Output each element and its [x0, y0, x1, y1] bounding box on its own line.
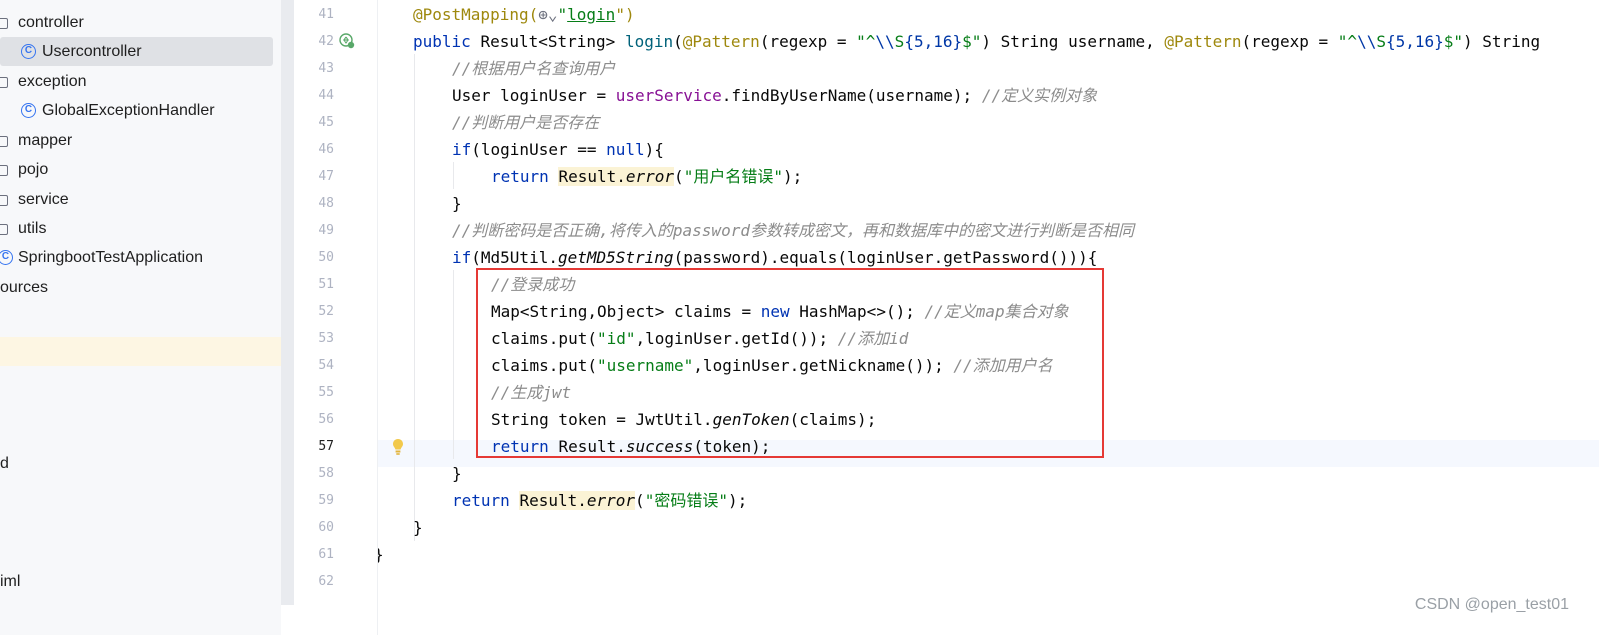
tree-item-pojo[interactable]: pojo	[0, 155, 281, 184]
code-line-45: //判断用户是否存在	[452, 113, 600, 132]
line-number: 53	[318, 331, 334, 346]
tree-row-highlight	[0, 337, 281, 366]
code-line-47: return Result.error("用户名错误");	[491, 167, 803, 186]
tree-item-exception[interactable]: exception	[0, 67, 281, 96]
line-number: 54	[318, 358, 334, 373]
tree-item-controller[interactable]: controller	[0, 8, 281, 37]
code-line-57: return Result.success(token);	[491, 437, 771, 456]
line-number-current: 57	[318, 439, 334, 454]
line-number: 56	[318, 412, 334, 427]
code-line-58: }	[452, 464, 462, 483]
code-line-50: if(Md5Util.getMD5String(password).equals…	[452, 248, 1098, 267]
folder-icon	[0, 77, 8, 88]
line-number: 48	[318, 196, 334, 211]
tree-item-iml[interactable]: iml	[0, 567, 281, 596]
line-number: 44	[318, 88, 334, 103]
line-number: 52	[318, 304, 334, 319]
code-line-46: if(loginUser == null){	[452, 140, 664, 159]
line-number: 49	[318, 223, 334, 238]
code-line-42: public Result<String> login(@Pattern(reg…	[413, 32, 1541, 51]
line-number: 58	[318, 466, 334, 481]
globe-icon: ⊕⌄	[538, 5, 558, 24]
indent-guide	[453, 162, 454, 189]
code-line-52: Map<String,Object> claims = new HashMap<…	[491, 302, 1069, 321]
folder-icon	[0, 224, 8, 235]
code-line-43: //根据用户名查询用户	[452, 59, 616, 78]
class-icon: C	[21, 103, 36, 118]
line-number: 61	[318, 547, 334, 562]
class-icon: C	[21, 44, 36, 59]
watermark: CSDN @open_test01	[1414, 596, 1569, 613]
line-number: 60	[318, 520, 334, 535]
endpoint-run-icon[interactable]	[339, 33, 355, 49]
line-number: 55	[318, 385, 334, 400]
code-line-49: //判断密码是否正确,将传入的password参数转成密文，再和数据库中的密文进…	[452, 221, 1134, 240]
code-line-61: }	[378, 541, 384, 568]
tree-item-mapper[interactable]: mapper	[0, 126, 281, 155]
spring-class-icon: C	[0, 250, 13, 265]
line-number: 47	[318, 169, 334, 184]
code-line-53: claims.put("id",loginUser.getId()); //添加…	[491, 329, 909, 348]
code-line-54: claims.put("username",loginUser.getNickn…	[491, 356, 1053, 375]
project-tree: controller C Usercontroller exception C …	[0, 0, 281, 635]
code-line-51: //登录成功	[491, 275, 575, 294]
tree-item-springboottestapplication[interactable]: C SpringbootTestApplication	[0, 243, 281, 272]
folder-icon	[0, 18, 8, 29]
line-number: 62	[318, 574, 334, 589]
line-number: 42	[318, 34, 334, 49]
editor-gutter: 41 42 43 44 45 46 47 48 49 50 51 52 53 5…	[294, 0, 378, 635]
line-number: 51	[318, 277, 334, 292]
indent-guide	[453, 270, 454, 459]
code-line-48: }	[452, 194, 462, 213]
tree-scrollbar[interactable]	[281, 0, 294, 605]
code-editor[interactable]: @PostMapping(⊕⌄"login") public Result<St…	[378, 0, 1599, 635]
tree-item-utils[interactable]: utils	[0, 214, 281, 243]
tree-item-service[interactable]: service	[0, 185, 281, 214]
code-line-41: @PostMapping(⊕⌄"login")	[413, 5, 635, 24]
folder-icon	[0, 195, 8, 206]
folder-icon	[0, 165, 8, 176]
tree-item-globalexceptionhandler[interactable]: C GlobalExceptionHandler	[0, 96, 281, 125]
tree-item-resources[interactable]: ources	[0, 273, 281, 302]
line-number: 43	[318, 61, 334, 76]
tree-item-truncated-d[interactable]: d	[0, 449, 281, 478]
indent-guide	[414, 54, 415, 541]
code-line-56: String token = JwtUtil.genToken(claims);	[491, 410, 877, 429]
code-line-55: //生成jwt	[491, 383, 572, 402]
code-line-59: return Result.error("密码错误");	[452, 491, 748, 510]
tree-item-usercontroller[interactable]: C Usercontroller	[0, 37, 273, 66]
line-number: 50	[318, 250, 334, 265]
line-number: 59	[318, 493, 334, 508]
line-number: 41	[318, 7, 334, 22]
code-line-60: }	[413, 518, 423, 537]
folder-icon	[0, 136, 8, 147]
code-line-44: User loginUser = userService.findByUserN…	[452, 86, 1098, 105]
line-number: 46	[318, 142, 334, 157]
line-number: 45	[318, 115, 334, 130]
